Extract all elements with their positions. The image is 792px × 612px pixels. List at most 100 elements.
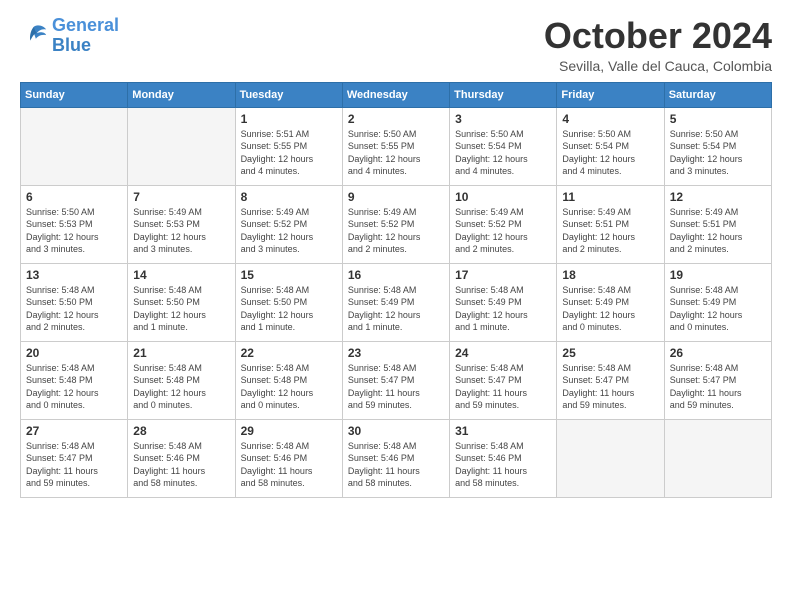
day-info: Sunrise: 5:48 AM Sunset: 5:47 PM Dayligh… xyxy=(562,362,658,412)
calendar-cell: 21 Sunrise: 5:48 AM Sunset: 5:48 PM Dayli… xyxy=(128,341,235,419)
day-number: 28 xyxy=(133,424,229,438)
day-info: Sunrise: 5:48 AM Sunset: 5:49 PM Dayligh… xyxy=(348,284,444,334)
calendar-cell: 3Sunrise: 5:50 AM Sunset: 5:54 PM Daylig… xyxy=(450,107,557,185)
day-number: 13 xyxy=(26,268,122,282)
day-number: 30 xyxy=(348,424,444,438)
day-info: Sunrise: 5:51 AM Sunset: 5:55 PM Dayligh… xyxy=(241,128,337,178)
calendar-cell: 8 Sunrise: 5:49 AM Sunset: 5:52 PM Daylig… xyxy=(235,185,342,263)
header-row: SundayMondayTuesdayWednesdayThursdayFrid… xyxy=(21,82,772,107)
calendar-cell: 5Sunrise: 5:50 AM Sunset: 5:54 PM Daylig… xyxy=(664,107,771,185)
header-day-saturday: Saturday xyxy=(664,82,771,107)
day-info: Sunrise: 5:49 AM Sunset: 5:52 PM Dayligh… xyxy=(241,206,337,256)
day-info: Sunrise: 5:48 AM Sunset: 5:46 PM Dayligh… xyxy=(455,440,551,490)
day-number: 12 xyxy=(670,190,766,204)
calendar-cell: 9Sunrise: 5:49 AM Sunset: 5:52 PM Daylig… xyxy=(342,185,449,263)
calendar-cell: 6 Sunrise: 5:50 AM Sunset: 5:53 PM Daylig… xyxy=(21,185,128,263)
day-info: Sunrise: 5:48 AM Sunset: 5:48 PM Dayligh… xyxy=(26,362,122,412)
header-day-monday: Monday xyxy=(128,82,235,107)
calendar-cell: 16 Sunrise: 5:48 AM Sunset: 5:49 PM Dayli… xyxy=(342,263,449,341)
day-number: 19 xyxy=(670,268,766,282)
calendar-body: 1 Sunrise: 5:51 AM Sunset: 5:55 PM Daylig… xyxy=(21,107,772,497)
month-title: October 2024 xyxy=(544,16,772,56)
day-number: 7 xyxy=(133,190,229,204)
header-day-sunday: Sunday xyxy=(21,82,128,107)
day-number: 18 xyxy=(562,268,658,282)
day-info: Sunrise: 5:48 AM Sunset: 5:47 PM Dayligh… xyxy=(455,362,551,412)
day-info: Sunrise: 5:49 AM Sunset: 5:52 PM Dayligh… xyxy=(348,206,444,256)
location-subtitle: Sevilla, Valle del Cauca, Colombia xyxy=(544,58,772,74)
calendar-cell: 1 Sunrise: 5:51 AM Sunset: 5:55 PM Daylig… xyxy=(235,107,342,185)
calendar-cell: 30Sunrise: 5:48 AM Sunset: 5:46 PM Dayli… xyxy=(342,419,449,497)
day-info: Sunrise: 5:48 AM Sunset: 5:47 PM Dayligh… xyxy=(26,440,122,490)
day-number: 8 xyxy=(241,190,337,204)
day-number: 26 xyxy=(670,346,766,360)
day-number: 16 xyxy=(348,268,444,282)
calendar-cell: 14Sunrise: 5:48 AM Sunset: 5:50 PM Dayli… xyxy=(128,263,235,341)
day-info: Sunrise: 5:49 AM Sunset: 5:51 PM Dayligh… xyxy=(562,206,658,256)
day-info: Sunrise: 5:48 AM Sunset: 5:48 PM Dayligh… xyxy=(133,362,229,412)
calendar-table: SundayMondayTuesdayWednesdayThursdayFrid… xyxy=(20,82,772,498)
day-number: 2 xyxy=(348,112,444,126)
day-number: 15 xyxy=(241,268,337,282)
calendar-cell xyxy=(128,107,235,185)
week-row-2: 13 Sunrise: 5:48 AM Sunset: 5:50 PM Dayli… xyxy=(21,263,772,341)
day-number: 24 xyxy=(455,346,551,360)
day-number: 31 xyxy=(455,424,551,438)
calendar-cell: 31 Sunrise: 5:48 AM Sunset: 5:46 PM Dayli… xyxy=(450,419,557,497)
day-info: Sunrise: 5:48 AM Sunset: 5:50 PM Dayligh… xyxy=(133,284,229,334)
day-info: Sunrise: 5:48 AM Sunset: 5:47 PM Dayligh… xyxy=(670,362,766,412)
week-row-4: 27 Sunrise: 5:48 AM Sunset: 5:47 PM Dayli… xyxy=(21,419,772,497)
day-info: Sunrise: 5:48 AM Sunset: 5:49 PM Dayligh… xyxy=(562,284,658,334)
calendar-cell: 17Sunrise: 5:48 AM Sunset: 5:49 PM Dayli… xyxy=(450,263,557,341)
day-number: 1 xyxy=(241,112,337,126)
day-info: Sunrise: 5:49 AM Sunset: 5:53 PM Dayligh… xyxy=(133,206,229,256)
day-info: Sunrise: 5:48 AM Sunset: 5:49 PM Dayligh… xyxy=(670,284,766,334)
calendar-cell: 23 Sunrise: 5:48 AM Sunset: 5:47 PM Dayli… xyxy=(342,341,449,419)
header-day-wednesday: Wednesday xyxy=(342,82,449,107)
calendar-cell: 15Sunrise: 5:48 AM Sunset: 5:50 PM Dayli… xyxy=(235,263,342,341)
calendar-cell: 12 Sunrise: 5:49 AM Sunset: 5:51 PM Dayli… xyxy=(664,185,771,263)
calendar-cell: 24 Sunrise: 5:48 AM Sunset: 5:47 PM Dayli… xyxy=(450,341,557,419)
calendar-cell: 26 Sunrise: 5:48 AM Sunset: 5:47 PM Dayli… xyxy=(664,341,771,419)
week-row-3: 20 Sunrise: 5:48 AM Sunset: 5:48 PM Dayli… xyxy=(21,341,772,419)
day-number: 25 xyxy=(562,346,658,360)
calendar-header: SundayMondayTuesdayWednesdayThursdayFrid… xyxy=(21,82,772,107)
calendar-cell xyxy=(557,419,664,497)
logo-icon xyxy=(20,22,48,50)
day-info: Sunrise: 5:48 AM Sunset: 5:47 PM Dayligh… xyxy=(348,362,444,412)
day-number: 29 xyxy=(241,424,337,438)
calendar-cell: 2 Sunrise: 5:50 AM Sunset: 5:55 PM Daylig… xyxy=(342,107,449,185)
calendar-cell: 20 Sunrise: 5:48 AM Sunset: 5:48 PM Dayli… xyxy=(21,341,128,419)
day-info: Sunrise: 5:50 AM Sunset: 5:54 PM Dayligh… xyxy=(562,128,658,178)
day-number: 27 xyxy=(26,424,122,438)
day-info: Sunrise: 5:48 AM Sunset: 5:46 PM Dayligh… xyxy=(241,440,337,490)
day-info: Sunrise: 5:48 AM Sunset: 5:48 PM Dayligh… xyxy=(241,362,337,412)
calendar-cell xyxy=(664,419,771,497)
day-number: 21 xyxy=(133,346,229,360)
day-number: 4 xyxy=(562,112,658,126)
calendar-cell xyxy=(21,107,128,185)
day-number: 17 xyxy=(455,268,551,282)
calendar-cell: 4 Sunrise: 5:50 AM Sunset: 5:54 PM Daylig… xyxy=(557,107,664,185)
day-number: 22 xyxy=(241,346,337,360)
day-info: Sunrise: 5:50 AM Sunset: 5:53 PM Dayligh… xyxy=(26,206,122,256)
header-day-tuesday: Tuesday xyxy=(235,82,342,107)
day-number: 11 xyxy=(562,190,658,204)
week-row-0: 1 Sunrise: 5:51 AM Sunset: 5:55 PM Daylig… xyxy=(21,107,772,185)
day-number: 20 xyxy=(26,346,122,360)
calendar-cell: 13Sunrise: 5:48 AM Sunset: 5:50 PM Dayli… xyxy=(21,263,128,341)
day-number: 6 xyxy=(26,190,122,204)
day-info: Sunrise: 5:50 AM Sunset: 5:54 PM Dayligh… xyxy=(670,128,766,178)
day-info: Sunrise: 5:50 AM Sunset: 5:55 PM Dayligh… xyxy=(348,128,444,178)
calendar-cell: 28Sunrise: 5:48 AM Sunset: 5:46 PM Dayli… xyxy=(128,419,235,497)
day-number: 10 xyxy=(455,190,551,204)
calendar-cell: 19 Sunrise: 5:48 AM Sunset: 5:49 PM Dayli… xyxy=(664,263,771,341)
header: General Blue October 2024 Sevilla, Valle… xyxy=(20,16,772,74)
day-number: 3 xyxy=(455,112,551,126)
day-info: Sunrise: 5:49 AM Sunset: 5:51 PM Dayligh… xyxy=(670,206,766,256)
day-number: 23 xyxy=(348,346,444,360)
calendar-cell: 29 Sunrise: 5:48 AM Sunset: 5:46 PM Dayli… xyxy=(235,419,342,497)
calendar-cell: 11 Sunrise: 5:49 AM Sunset: 5:51 PM Dayli… xyxy=(557,185,664,263)
logo-blue: Blue xyxy=(52,36,119,56)
calendar-cell: 22 Sunrise: 5:48 AM Sunset: 5:48 PM Dayli… xyxy=(235,341,342,419)
